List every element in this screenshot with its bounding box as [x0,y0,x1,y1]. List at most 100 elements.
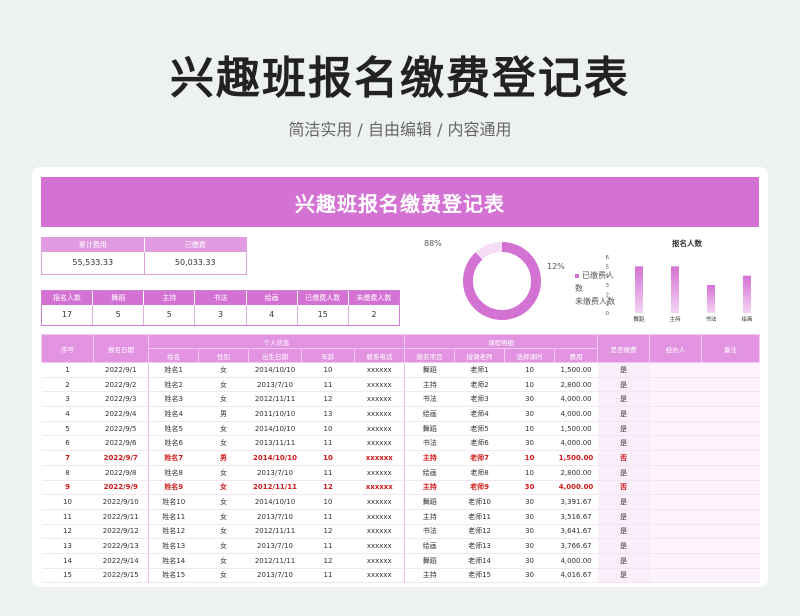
cell-birth[interactable]: 2012/11/11 [248,524,302,540]
cell-paid[interactable]: 是 [597,377,650,393]
cell-birth[interactable]: 2012/11/11 [248,391,302,408]
cell-paid[interactable]: 是 [597,538,650,554]
cell-phone[interactable]: xxxxxx [354,553,406,569]
cell-teacher[interactable]: 老师7 [454,450,505,466]
cell-paid[interactable]: 是 [597,509,650,525]
cell-course[interactable]: 绘画 [404,538,455,554]
cell-lessons[interactable]: 30 [504,391,555,408]
cell-paid[interactable]: 是 [597,465,650,481]
cell-date[interactable]: 2022/9/13 [93,538,149,554]
cell-teacher[interactable]: 老师4 [454,406,505,422]
cell-lessons[interactable]: 30 [504,494,555,510]
cell-date[interactable]: 2022/9/11 [93,509,149,525]
cell-gender[interactable]: 女 [198,480,249,496]
cell-age[interactable]: 12 [301,524,355,540]
cell-handler[interactable] [649,421,702,437]
cell-lessons[interactable]: 30 [504,568,555,584]
cell-gender[interactable]: 女 [198,435,249,452]
cell-phone[interactable]: xxxxxx [354,568,406,584]
cell-seq[interactable]: 13 [41,538,94,554]
cell-age[interactable]: 11 [301,465,355,481]
count-value-5[interactable]: 15 [298,305,349,325]
cell-seq[interactable]: 3 [41,391,94,408]
cell-age[interactable]: 13 [301,406,355,422]
cell-phone[interactable]: xxxxxx [354,509,406,525]
cell-birth[interactable]: 2014/10/10 [248,362,302,378]
cell-course[interactable]: 绘画 [404,406,455,422]
cell-gender[interactable]: 女 [198,568,249,584]
cell-teacher[interactable]: 老师1 [454,362,505,378]
cell-gender[interactable]: 女 [198,494,249,510]
cell-lessons[interactable]: 10 [504,450,555,466]
cell-phone[interactable]: xxxxxx [354,524,406,540]
cell-phone[interactable]: xxxxxx [354,362,406,378]
cell-name[interactable]: 姓名4 [148,406,199,422]
cell-remark[interactable] [701,362,760,378]
cell-paid[interactable]: 是 [597,553,650,569]
cell-paid[interactable]: 是 [597,406,650,422]
cell-remark[interactable] [701,450,760,466]
cell-name[interactable]: 姓名9 [148,480,199,496]
cell-date[interactable]: 2022/9/2 [93,377,149,393]
cell-remark[interactable] [701,524,760,540]
count-value-4[interactable]: 4 [247,305,298,325]
cell-age[interactable]: 10 [301,421,355,437]
cell-phone[interactable]: xxxxxx [354,465,406,481]
cell-fee[interactable]: 4,000.00 [554,435,598,452]
cell-remark[interactable] [701,494,760,510]
cell-course[interactable]: 舞蹈 [404,362,455,378]
cell-teacher[interactable]: 老师14 [454,553,505,569]
cell-fee[interactable]: 4,000.00 [554,391,598,408]
cell-lessons[interactable]: 30 [504,480,555,496]
cell-phone[interactable]: xxxxxx [354,377,406,393]
cell-lessons[interactable]: 30 [504,524,555,540]
cell-lessons[interactable]: 30 [504,509,555,525]
cell-fee[interactable]: 3,641.67 [554,524,598,540]
cell-remark[interactable] [701,391,760,408]
cell-gender[interactable]: 女 [198,377,249,393]
total-fee-value[interactable]: 55,533.33 [42,252,145,274]
cell-fee[interactable]: 4,000.00 [554,480,598,496]
cell-name[interactable]: 姓名8 [148,465,199,481]
cell-name[interactable]: 姓名15 [148,568,199,584]
cell-date[interactable]: 2022/9/10 [93,494,149,510]
cell-course[interactable]: 主持 [404,568,455,584]
cell-date[interactable]: 2022/9/12 [93,524,149,540]
cell-gender[interactable]: 男 [198,406,249,422]
cell-age[interactable]: 11 [301,377,355,393]
cell-gender[interactable]: 女 [198,465,249,481]
cell-name[interactable]: 姓名14 [148,553,199,569]
cell-gender[interactable]: 女 [198,538,249,554]
cell-course[interactable]: 书法 [404,435,455,452]
cell-date[interactable]: 2022/9/8 [93,465,149,481]
cell-handler[interactable] [649,553,702,569]
cell-handler[interactable] [649,450,702,466]
cell-handler[interactable] [649,362,702,378]
cell-age[interactable]: 12 [301,480,355,496]
cell-paid[interactable]: 是 [597,494,650,510]
cell-age[interactable]: 10 [301,450,355,466]
cell-age[interactable]: 11 [301,568,355,584]
cell-course[interactable]: 主持 [404,377,455,393]
cell-handler[interactable] [649,509,702,525]
cell-fee[interactable]: 3,516.67 [554,509,598,525]
cell-remark[interactable] [701,509,760,525]
cell-course[interactable]: 主持 [404,480,455,496]
cell-handler[interactable] [649,568,702,584]
cell-phone[interactable]: xxxxxx [354,421,406,437]
cell-birth[interactable]: 2011/10/10 [248,406,302,422]
cell-fee[interactable]: 3,766.67 [554,538,598,554]
cell-seq[interactable]: 1 [41,362,94,378]
cell-birth[interactable]: 2013/11/11 [248,435,302,452]
cell-teacher[interactable]: 老师12 [454,524,505,540]
cell-age[interactable]: 10 [301,494,355,510]
cell-name[interactable]: 姓名13 [148,538,199,554]
cell-teacher[interactable]: 老师9 [454,480,505,496]
cell-seq[interactable]: 15 [41,568,94,584]
cell-lessons[interactable]: 10 [504,421,555,437]
cell-fee[interactable]: 1,500.00 [554,362,598,378]
cell-gender[interactable]: 女 [198,524,249,540]
cell-date[interactable]: 2022/9/4 [93,406,149,422]
cell-teacher[interactable]: 老师3 [454,391,505,408]
cell-handler[interactable] [649,377,702,393]
